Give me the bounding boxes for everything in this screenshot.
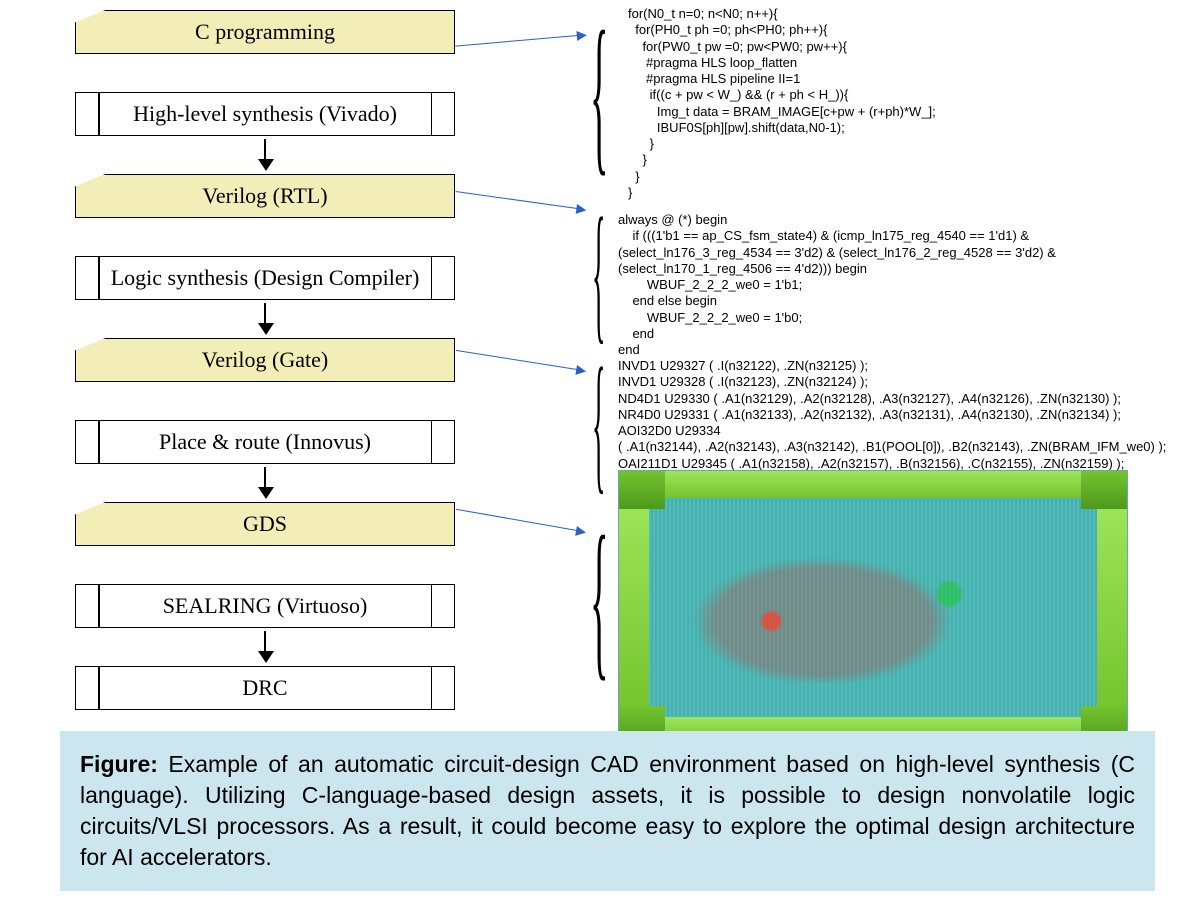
step-label: DRC	[242, 675, 287, 701]
brace-icon: {	[590, 0, 608, 195]
connector-arrow-icon	[456, 509, 584, 533]
gate-netlist-snippet: INVD1 U29327 ( .I(n32122), .ZN(n32125) )…	[618, 358, 1166, 472]
step-label: Place & route (Innovus)	[159, 429, 371, 455]
c-code-snippet: for(N0_t n=0; n<N0; n++){ for(PH0_t ph =…	[628, 6, 936, 201]
design-flow: C programming High-level synthesis (Viva…	[75, 10, 455, 748]
step-place-route: Place & route (Innovus)	[75, 420, 455, 464]
step-label: Verilog (RTL)	[202, 183, 327, 209]
step-hls-vivado: High-level synthesis (Vivado)	[75, 92, 455, 136]
step-drc: DRC	[75, 666, 455, 710]
caption-prefix: Figure:	[80, 751, 158, 777]
step-label: Logic synthesis (Design Compiler)	[111, 265, 420, 291]
step-label: GDS	[243, 511, 287, 537]
gds-layout-image	[618, 470, 1128, 745]
connector-arrow-icon	[456, 191, 585, 210]
connector-arrow-icon	[455, 34, 585, 46]
step-sealring: SEALRING (Virtuoso)	[75, 584, 455, 628]
rtl-code-snippet: always @ (*) begin if (((1'b1 == ap_CS_f…	[618, 212, 1056, 358]
step-c-programming: C programming	[75, 10, 455, 54]
connector-arrow-icon	[456, 350, 585, 371]
figure-root: C programming High-level synthesis (Viva…	[0, 0, 1200, 911]
caption-body: Example of an automatic circuit-design C…	[80, 751, 1135, 870]
step-logic-synthesis: Logic synthesis (Design Compiler)	[75, 256, 455, 300]
step-label: High-level synthesis (Vivado)	[133, 101, 397, 127]
step-gds: GDS	[75, 502, 455, 546]
step-label: Verilog (Gate)	[202, 347, 328, 373]
step-label: SEALRING (Virtuoso)	[163, 593, 368, 619]
step-verilog-gate: Verilog (Gate)	[75, 338, 455, 382]
brace-icon: {	[590, 497, 608, 700]
step-label: C programming	[195, 19, 335, 45]
figure-caption: Figure: Example of an automatic circuit-…	[60, 731, 1155, 891]
step-verilog-rtl: Verilog (RTL)	[75, 174, 455, 218]
brace-icon: {	[592, 337, 605, 513]
